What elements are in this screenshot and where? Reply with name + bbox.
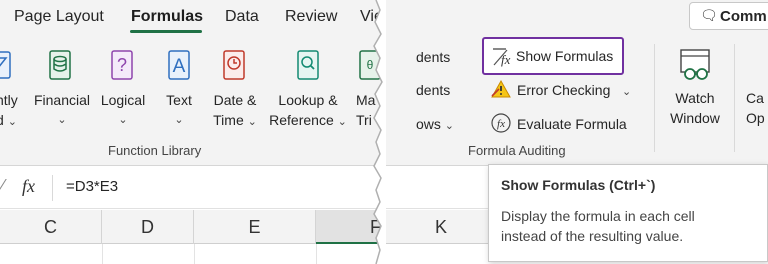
- svg-text:?: ?: [117, 55, 127, 75]
- group-separator: [654, 44, 655, 152]
- show-formulas-button[interactable]: fx Show Formulas: [482, 37, 624, 75]
- torn-edge-divider: [373, 0, 388, 264]
- svg-text:A: A: [173, 56, 186, 77]
- formula-auditing-group-label: Formula Auditing: [468, 143, 566, 158]
- date-time-label: Date &: [213, 92, 257, 108]
- show-formulas-icon: fx: [493, 48, 511, 67]
- star-icon: [0, 51, 11, 79]
- error-checking-icon: [491, 79, 511, 98]
- text-label: Text: [166, 92, 192, 108]
- function-library-group-label: Function Library: [108, 143, 202, 158]
- chevron-down-icon: ⌄: [622, 86, 632, 98]
- right-ribbon-panel: 🗨 Comm dents dents ows ⌄ fx Show Formula…: [386, 0, 768, 264]
- lookup-reference-button[interactable]: Lookup & Reference ⌄: [268, 90, 348, 132]
- remove-arrows-button[interactable]: ows ⌄: [416, 114, 454, 136]
- question-book-icon: ?: [111, 50, 133, 80]
- clock-book-icon: [223, 50, 245, 80]
- column-header-c[interactable]: C: [0, 210, 102, 244]
- logical-label: Logical: [100, 92, 146, 108]
- text-button[interactable]: Text ⌄: [160, 90, 198, 130]
- left-ribbon-panel: Page Layout Formulas Data Review Vie ? A…: [0, 0, 382, 264]
- tab-review[interactable]: Review: [285, 8, 337, 26]
- group-separator: [734, 44, 735, 152]
- date-time-button[interactable]: Date & Time ⌄: [208, 90, 262, 132]
- chevron-down-icon: ⌄: [57, 114, 67, 126]
- comments-button[interactable]: 🗨 Comm: [689, 2, 768, 30]
- grid-line: [194, 244, 195, 264]
- watch-window-label: Watch: [675, 90, 715, 106]
- tab-formulas[interactable]: Formulas: [131, 8, 203, 26]
- magnifier-book-icon: [297, 50, 319, 80]
- error-checking-label: Error Checking: [517, 82, 611, 98]
- tooltip-title: Show Formulas (Ctrl+`): [501, 177, 656, 193]
- chevron-down-icon: ⌄: [174, 114, 184, 126]
- evaluate-formula-button[interactable]: Evaluate Formula: [517, 114, 627, 134]
- tooltip-body-line2: instead of the resulting value.: [501, 228, 684, 244]
- calculation-options-button[interactable]: Ca Op: [746, 88, 765, 128]
- database-icon: [49, 50, 71, 80]
- svg-text:fx: fx: [497, 118, 505, 130]
- error-checking-button[interactable]: Error Checking ⌄: [517, 80, 631, 102]
- recently-used-button[interactable]: ntly d ⌄: [0, 90, 32, 132]
- grid-line: [102, 244, 103, 264]
- show-formulas-label: Show Formulas: [516, 48, 614, 64]
- financial-button[interactable]: Financial ⌄: [32, 90, 92, 130]
- tab-data[interactable]: Data: [225, 8, 259, 26]
- grid-line: [316, 244, 317, 264]
- text-book-icon: A: [168, 50, 190, 80]
- date-time-label-2: Time: [213, 112, 244, 128]
- trace-precedents-button[interactable]: dents: [416, 47, 450, 67]
- evaluate-formula-icon: fx: [491, 113, 511, 133]
- logical-button[interactable]: Logical ⌄: [96, 90, 150, 130]
- column-header-k[interactable]: K: [426, 210, 456, 244]
- formula-bar-divider: ⁄: [2, 177, 5, 194]
- svg-text:fx: fx: [501, 52, 511, 67]
- tab-page-layout[interactable]: Page Layout: [14, 8, 104, 26]
- calculation-options-label-2: Op: [746, 110, 765, 126]
- chevron-down-icon: ⌄: [7, 116, 17, 128]
- trace-dependents-button[interactable]: dents: [416, 80, 450, 100]
- comment-icon: 🗨: [700, 7, 718, 23]
- financial-label: Financial: [33, 92, 91, 108]
- recently-used-label-2: d: [0, 112, 4, 128]
- chevron-down-icon: ⌄: [444, 120, 455, 132]
- recently-used-label: ntly: [0, 92, 18, 108]
- calculation-options-label: Ca: [746, 90, 764, 106]
- column-header-d[interactable]: D: [102, 210, 194, 244]
- chevron-down-icon: ⌄: [118, 114, 128, 126]
- tooltip-body-line1: Display the formula in each cell: [501, 208, 695, 224]
- insert-function-icon[interactable]: fx: [22, 176, 35, 197]
- chevron-down-icon: ⌄: [247, 116, 257, 128]
- remove-arrows-label: ows: [416, 116, 441, 132]
- formula-input[interactable]: =D3*E3: [66, 178, 118, 195]
- chevron-down-icon: ⌄: [337, 116, 347, 128]
- column-header-e[interactable]: E: [194, 210, 316, 244]
- active-tab-underline: [130, 30, 202, 33]
- watch-window-label-2: Window: [670, 110, 720, 126]
- lookup-reference-label: Lookup &: [278, 92, 338, 108]
- show-formulas-tooltip: Show Formulas (Ctrl+`) Display the formu…: [488, 164, 768, 262]
- ribbon-bottom-border: [0, 165, 382, 166]
- watch-window-button[interactable]: Watch Window: [664, 46, 726, 132]
- comments-label: Comm: [720, 8, 767, 25]
- watch-window-icon: [680, 49, 710, 80]
- formula-bar: ⁄ fx =D3*E3: [0, 167, 382, 209]
- formula-bar-separator: [52, 175, 53, 201]
- lookup-reference-label-2: Reference: [269, 112, 334, 128]
